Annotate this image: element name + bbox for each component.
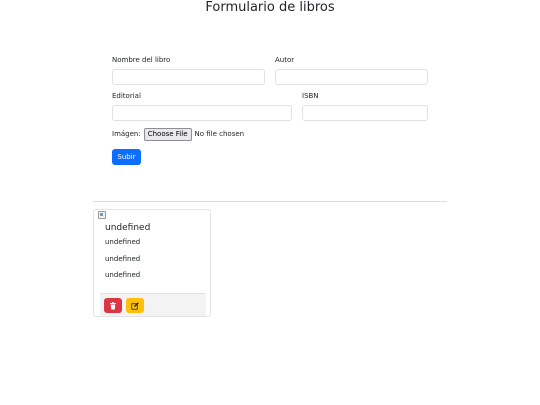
delete-button[interactable] [104,298,122,313]
submit-button[interactable]: Subir [112,149,141,165]
section-divider [93,201,447,202]
edit-button[interactable] [126,298,144,313]
author-label: Autor [275,56,295,64]
publisher-label: Editorial [112,92,141,100]
choose-file-button[interactable]: Choose File [143,127,192,141]
broken-image-icon [98,211,106,219]
trash-icon [109,301,117,310]
card-text-line: undefined [105,271,141,279]
isbn-input[interactable] [302,105,428,121]
publisher-input[interactable] [112,105,292,121]
image-upload-row: Imágen: Choose File No file chosen [112,127,244,141]
card-text-line: undefined [105,238,141,246]
book-card: undefined undefined undefined undefined [93,209,211,317]
card-footer [100,293,206,316]
card-text-line: undefined [105,255,141,263]
book-name-input[interactable] [112,69,265,85]
image-label: Imágen: [112,130,141,138]
page-title: Formulario de libros [205,0,335,15]
edit-icon [131,301,139,310]
isbn-label: ISBN [302,92,319,100]
no-file-text: No file chosen [194,130,245,138]
author-input[interactable] [275,69,428,85]
card-title: undefined [105,223,151,233]
book-name-label: Nombre del libro [112,56,171,64]
